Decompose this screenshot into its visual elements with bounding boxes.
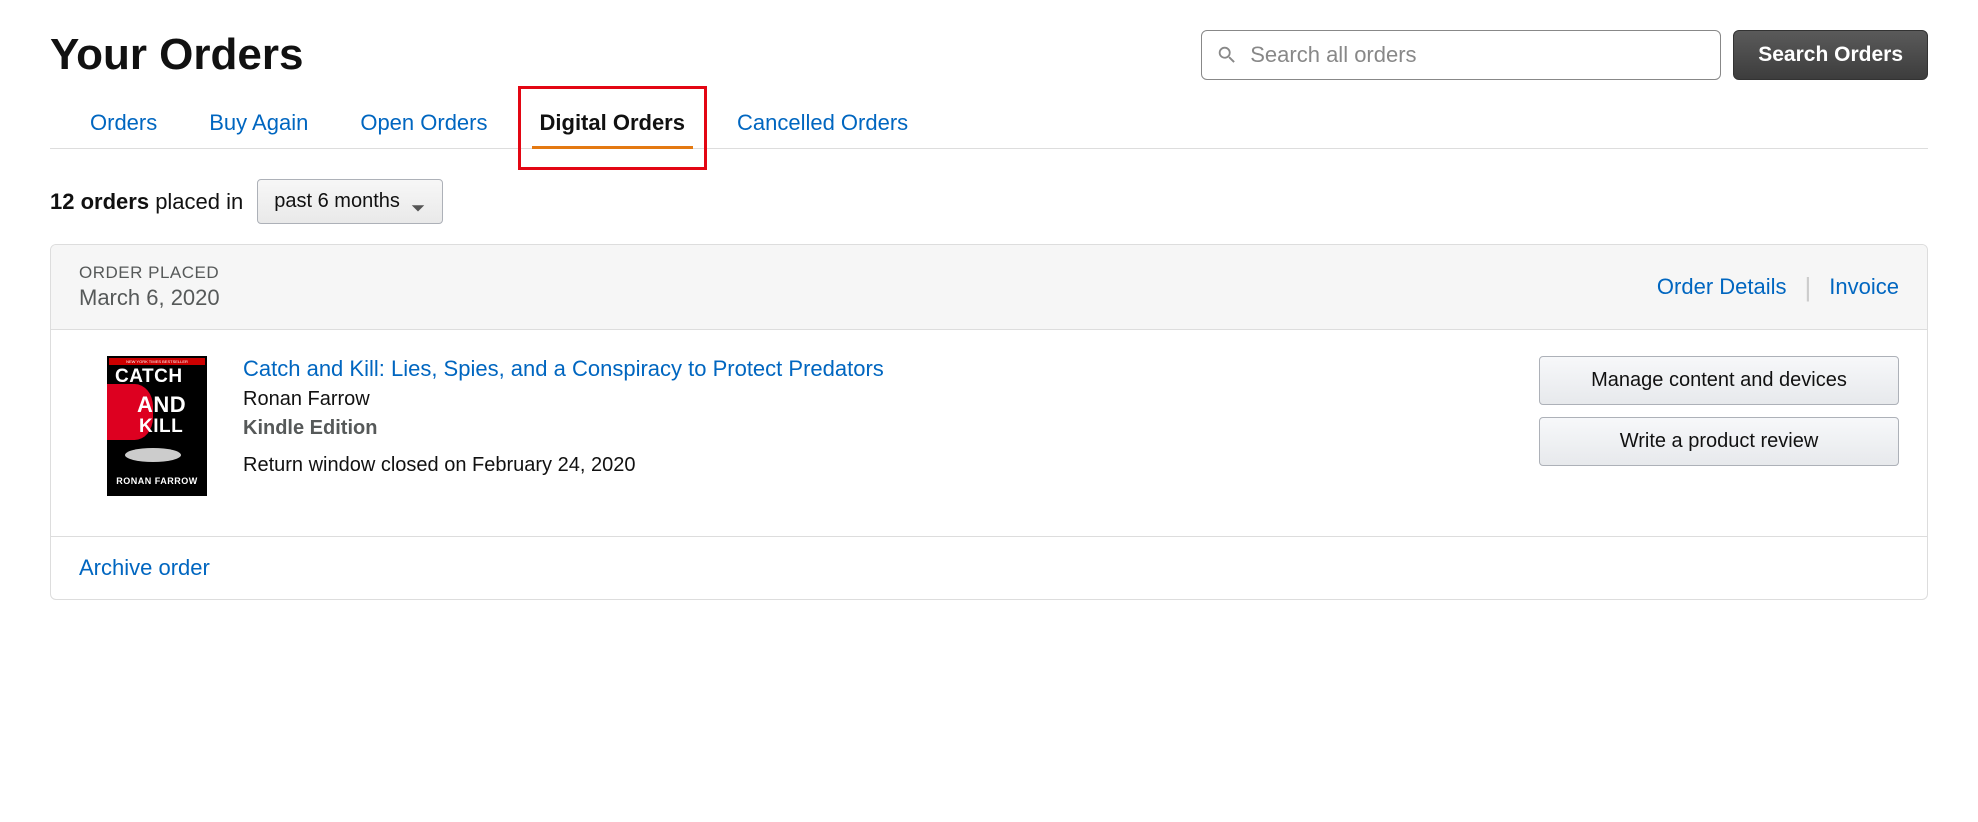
write-review-button[interactable]: Write a product review — [1539, 417, 1899, 466]
order-card: ORDER PLACED March 6, 2020 Order Details… — [50, 244, 1928, 600]
search-orders-button[interactable]: Search Orders — [1733, 30, 1928, 80]
tab-digital-orders[interactable]: Digital Orders — [540, 100, 685, 148]
product-thumbnail[interactable]: NEW YORK TIMES BESTSELLER CATCH AND KILL… — [107, 356, 207, 496]
tab-open-orders[interactable]: Open Orders — [360, 100, 487, 148]
cover-title-line: AND — [137, 392, 186, 418]
chevron-down-icon — [410, 197, 426, 207]
return-window-info: Return window closed on February 24, 202… — [243, 454, 1503, 477]
cover-title-line: KILL — [139, 416, 183, 438]
search-box[interactable] — [1201, 30, 1721, 80]
link-divider: | — [1805, 272, 1812, 303]
order-details-link[interactable]: Order Details — [1657, 274, 1787, 300]
tab-orders[interactable]: Orders — [90, 100, 157, 148]
order-header: ORDER PLACED March 6, 2020 Order Details… — [51, 245, 1927, 330]
tab-cancelled-orders[interactable]: Cancelled Orders — [737, 100, 908, 148]
cover-author: RONAN FARROW — [107, 476, 207, 486]
product-edition: Kindle Edition — [243, 417, 1503, 440]
date-range-select[interactable]: past 6 months — [257, 179, 443, 224]
tab-buy-again[interactable]: Buy Again — [209, 100, 308, 148]
date-range-value: past 6 months — [274, 190, 400, 213]
product-author: Ronan Farrow — [243, 388, 1503, 411]
manage-content-button[interactable]: Manage content and devices — [1539, 356, 1899, 405]
tab-digital-orders-label: Digital Orders — [540, 110, 685, 135]
archive-order-link[interactable]: Archive order — [79, 555, 210, 580]
product-title-link[interactable]: Catch and Kill: Lies, Spies, and a Consp… — [243, 356, 1503, 382]
order-placed-label: ORDER PLACED — [79, 263, 220, 283]
page-title: Your Orders — [50, 30, 303, 80]
order-count: 12 orders — [50, 189, 149, 214]
order-date: March 6, 2020 — [79, 285, 220, 311]
order-tabs: Orders Buy Again Open Orders Digital Ord… — [50, 100, 1928, 149]
invoice-link[interactable]: Invoice — [1829, 274, 1899, 300]
placed-in-label: placed in — [155, 189, 243, 214]
bestseller-badge: NEW YORK TIMES BESTSELLER — [109, 358, 205, 365]
cover-title-line: CATCH — [115, 366, 183, 388]
filter-row: 12 orders placed in past 6 months — [50, 179, 1928, 224]
search-input[interactable] — [1250, 42, 1706, 68]
search-icon — [1216, 44, 1238, 66]
